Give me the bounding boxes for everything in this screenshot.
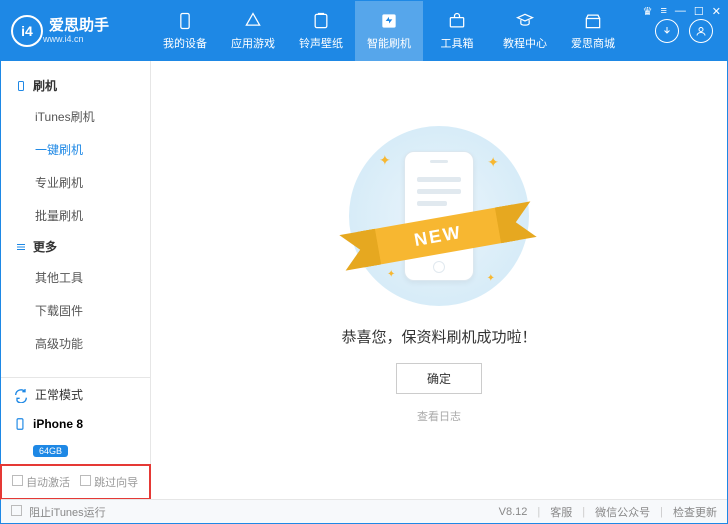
sidebar-group-more: 更多 (1, 232, 150, 261)
logo: i4 爱思助手 www.i4.cn (1, 15, 151, 47)
skin-icon[interactable]: ♛ (643, 5, 653, 18)
app-subtitle: www.i4.cn (43, 34, 109, 44)
support-link[interactable]: 客服 (550, 504, 572, 520)
device-info[interactable]: iPhone 8 (1, 411, 150, 443)
store-icon (583, 11, 603, 31)
user-button[interactable] (689, 19, 713, 43)
main-content: ✦ ✦ ✦ ✦ NEW 恭喜您，保资料刷机成功啦！ 确定 查看日志 (151, 61, 727, 499)
refresh-icon (13, 387, 29, 403)
auto-activate-checkbox[interactable]: 自动激活 (12, 474, 70, 490)
sidebar-group-flash: 刷机 (1, 71, 150, 100)
minimize-icon[interactable]: — (675, 5, 686, 18)
sidebar-item-download-fw[interactable]: 下载固件 (1, 294, 150, 327)
music-icon (311, 11, 331, 31)
apps-icon (243, 11, 263, 31)
device-mode[interactable]: 正常模式 (1, 378, 150, 411)
sparkle-icon: ✦ (379, 152, 391, 169)
nav-ringtones[interactable]: 铃声壁纸 (287, 1, 355, 61)
skip-guide-checkbox[interactable]: 跳过向导 (80, 474, 138, 490)
success-message: 恭喜您，保资料刷机成功啦！ (341, 326, 536, 347)
tutorial-icon (515, 11, 535, 31)
storage-badge: 64GB (33, 445, 68, 457)
view-log-link[interactable]: 查看日志 (417, 408, 461, 424)
nav-toolbox[interactable]: 工具箱 (423, 1, 491, 61)
wechat-link[interactable]: 微信公众号 (595, 504, 650, 520)
download-button[interactable] (655, 19, 679, 43)
more-icon (15, 241, 27, 253)
version-label: V8.12 (499, 506, 528, 518)
sidebar-item-other-tools[interactable]: 其他工具 (1, 261, 150, 294)
sidebar-item-batch-flash[interactable]: 批量刷机 (1, 199, 150, 232)
close-icon[interactable]: ✕ (712, 5, 721, 18)
sidebar-item-oneclick-flash[interactable]: 一键刷机 (1, 133, 150, 166)
flash-options-highlighted: 自动激活 跳过向导 (0, 464, 151, 500)
nav-store[interactable]: 爱思商城 (559, 1, 627, 61)
app-title: 爱思助手 (49, 18, 109, 35)
sparkle-icon: ✦ (487, 154, 499, 171)
nav-apps[interactable]: 应用游戏 (219, 1, 287, 61)
maximize-icon[interactable]: ☐ (694, 5, 704, 18)
logo-icon: i4 (11, 15, 43, 47)
menu-icon[interactable]: ≡ (660, 5, 666, 18)
phone-icon (13, 415, 27, 433)
nav-tutorials[interactable]: 教程中心 (491, 1, 559, 61)
sidebar-item-itunes-flash[interactable]: iTunes刷机 (1, 100, 150, 133)
nav-my-device[interactable]: 我的设备 (151, 1, 219, 61)
phone-icon (15, 80, 27, 92)
device-icon (175, 11, 195, 31)
nav-flash[interactable]: 智能刷机 (355, 1, 423, 61)
sidebar-item-advanced[interactable]: 高级功能 (1, 327, 150, 360)
sparkle-icon: ✦ (487, 273, 495, 284)
block-itunes-checkbox[interactable]: 阻止iTunes运行 (11, 504, 106, 520)
sparkle-icon: ✦ (387, 269, 395, 280)
ok-button[interactable]: 确定 (396, 363, 482, 394)
flash-icon (379, 11, 399, 31)
check-update-link[interactable]: 检查更新 (673, 504, 717, 520)
success-illustration: ✦ ✦ ✦ ✦ NEW (349, 126, 529, 306)
device-name: iPhone 8 (33, 417, 83, 431)
sidebar-item-pro-flash[interactable]: 专业刷机 (1, 166, 150, 199)
toolbox-icon (447, 11, 467, 31)
